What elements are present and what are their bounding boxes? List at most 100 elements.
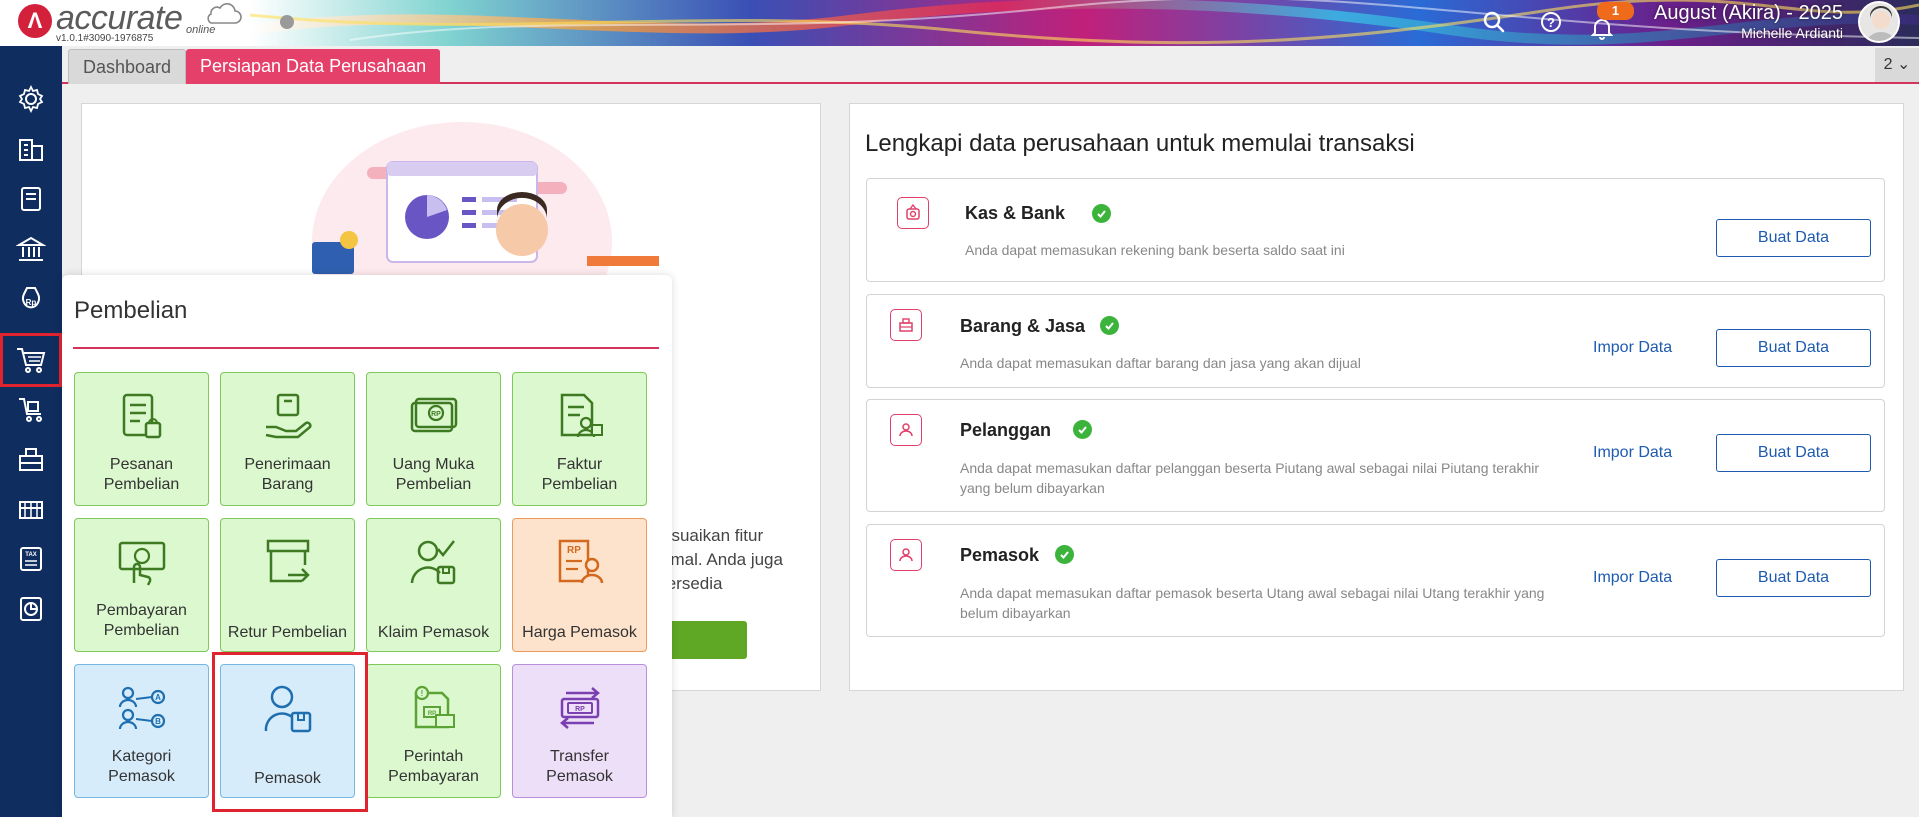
notification-badge[interactable]: 1: [1597, 2, 1634, 20]
sidebar-item-company[interactable]: [0, 123, 62, 175]
tile-label-1: Transfer: [550, 748, 609, 765]
tile-label-2: Pembelian: [395, 476, 472, 493]
avatar[interactable]: [1858, 1, 1900, 43]
popup-divider: [73, 347, 659, 349]
welcome-text-line-3: tersedia: [662, 574, 723, 593]
tile-kategori-pemasok[interactable]: AB Kategori Pemasok: [74, 664, 209, 798]
chevron-down-icon: ⌄: [1896, 56, 1911, 73]
svg-text:!: !: [420, 689, 423, 698]
tab-count-dropdown[interactable]: 2 ⌄: [1875, 48, 1919, 82]
create-data-button[interactable]: Buat Data: [1716, 329, 1871, 367]
supplier-price-icon: RP: [558, 539, 603, 584]
sidebar-item-tax[interactable]: TAX: [0, 533, 62, 585]
tab-count-value: 2: [1883, 56, 1893, 73]
check-icon: [1100, 316, 1119, 335]
cash-icon: [897, 197, 929, 229]
user-name: Michelle Ardianti: [1741, 25, 1843, 41]
status-dot: [280, 15, 294, 29]
tile-label-2: Pembelian: [103, 622, 180, 639]
help-icon[interactable]: ?: [1537, 8, 1565, 36]
tile-label-2: Barang: [261, 476, 314, 493]
sidebar-item-inventory[interactable]: [0, 433, 62, 485]
sidebar-item-report[interactable]: [0, 583, 62, 635]
cart-icon: [17, 348, 46, 373]
search-icon[interactable]: [1480, 8, 1508, 36]
payment-order-icon: ! RP: [414, 685, 455, 729]
start-button[interactable]: [662, 621, 747, 659]
period-label: August (Akira) - 2025: [1654, 2, 1843, 24]
tile-label-1: Klaim Pemasok: [377, 624, 490, 641]
tile-label-1: Penerimaan: [244, 456, 331, 473]
tile-retur-pembelian[interactable]: Retur Pembelian: [220, 518, 355, 652]
tile-label-2: Pemasok: [108, 768, 175, 785]
row-description: Anda dapat memasukan rekening bank beser…: [965, 242, 1345, 258]
setup-title: Lengkapi data perusahaan untuk memulai t…: [865, 130, 1415, 157]
welcome-text: esuaikan fitur timal. Anda juga tersedia: [662, 524, 783, 596]
sidebar: Rp TAX: [0, 46, 62, 817]
tile-transfer-pemasok[interactable]: RP Transfer Pemasok: [512, 664, 647, 798]
bank-icon: [16, 236, 46, 261]
check-icon: [1092, 204, 1111, 223]
tile-penerimaan-barang[interactable]: Penerimaan Barang: [220, 372, 355, 506]
tile-pesanan-pembelian[interactable]: Pesanan Pembelian: [74, 372, 209, 506]
tab-dashboard[interactable]: Dashboard: [68, 49, 187, 84]
supplier-claim-icon: [410, 540, 455, 585]
import-data-link[interactable]: Impor Data: [1593, 569, 1672, 587]
row-title: Kas & Bank: [965, 203, 1066, 223]
purchase-return-icon: [266, 539, 310, 583]
tab-bar: Dashboard Persiapan Data Perusahaan 2 ⌄: [62, 46, 1919, 84]
sidebar-item-warehouse[interactable]: [0, 483, 62, 535]
sidebar-item-settings[interactable]: [0, 73, 62, 125]
sidebar-item-receivable[interactable]: Rp: [0, 273, 62, 325]
import-data-link[interactable]: Impor Data: [1593, 444, 1672, 462]
tile-pembayaran-pembelian[interactable]: Pembayaran Pembelian: [74, 518, 209, 652]
row-title: Pemasok: [960, 545, 1040, 565]
brand[interactable]: Λ accurate v1.0.1#3090-1976875: [18, 0, 183, 44]
sidebar-item-purchase[interactable]: [0, 333, 62, 387]
goods-icon: [890, 309, 922, 341]
svg-text:RP: RP: [567, 545, 581, 556]
invoice-icon: [560, 393, 603, 438]
top-bar: Λ accurate v1.0.1#3090-1976875 online ? …: [0, 0, 1919, 46]
create-data-button[interactable]: Buat Data: [1716, 434, 1871, 472]
customer-icon: [890, 414, 922, 446]
sidebar-item-sales[interactable]: [0, 383, 62, 435]
row-description: Anda dapat memasukan daftar pemasok bese…: [960, 585, 1545, 621]
sidebar-item-bank[interactable]: [0, 223, 62, 275]
period-info[interactable]: August (Akira) - 2025 Michelle Ardianti: [1654, 1, 1843, 41]
company-icon: [19, 139, 43, 161]
create-data-button[interactable]: Buat Data: [1716, 559, 1871, 597]
sidebar-item-ledger[interactable]: [0, 173, 62, 225]
welcome-text-line-1: esuaikan fitur: [662, 526, 764, 545]
setup-card: Lengkapi data perusahaan untuk memulai t…: [849, 103, 1904, 691]
tile-label-1: Kategori: [111, 748, 172, 765]
tile-harga-pemasok[interactable]: RP Harga Pemasok: [512, 518, 647, 652]
tile-label-2: Pembelian: [103, 476, 180, 493]
svg-text:RP: RP: [427, 711, 435, 717]
tile-uang-muka-pembelian[interactable]: RP Uang Muka Pembelian: [366, 372, 501, 506]
import-data-link[interactable]: Impor Data: [1593, 339, 1672, 357]
row-title: Pelanggan: [960, 420, 1052, 440]
report-icon: [20, 597, 42, 621]
warehouse-icon: [19, 501, 43, 519]
brand-online: online: [186, 24, 216, 36]
tile-label-2: Pemasok: [546, 768, 613, 785]
tile-klaim-pemasok[interactable]: Klaim Pemasok: [366, 518, 501, 652]
receivable-icon: Rp: [22, 287, 40, 309]
inventory-icon: [19, 448, 43, 471]
supplier-icon: [890, 539, 922, 571]
tab-persiapan-data[interactable]: Persiapan Data Perusahaan: [186, 49, 441, 84]
tile-label-1: Harga Pemasok: [522, 624, 637, 641]
tile-label-1: Pesanan: [109, 456, 174, 473]
tile-label-1: Perintah: [403, 748, 464, 765]
tile-perintah-pembayaran[interactable]: ! RP Perintah Pembayaran: [366, 664, 501, 798]
purchase-order-icon: [122, 393, 161, 439]
check-icon: [1055, 545, 1074, 564]
svg-text:RP: RP: [431, 411, 441, 418]
brand-name: accurate: [56, 0, 183, 37]
create-data-button[interactable]: Buat Data: [1716, 219, 1871, 257]
tile-label-2: Pembayaran: [388, 768, 479, 785]
tile-faktur-pembelian[interactable]: Faktur Pembelian: [512, 372, 647, 506]
tile-label-1: Uang Muka: [392, 456, 475, 473]
row-title: Barang & Jasa: [960, 316, 1086, 336]
